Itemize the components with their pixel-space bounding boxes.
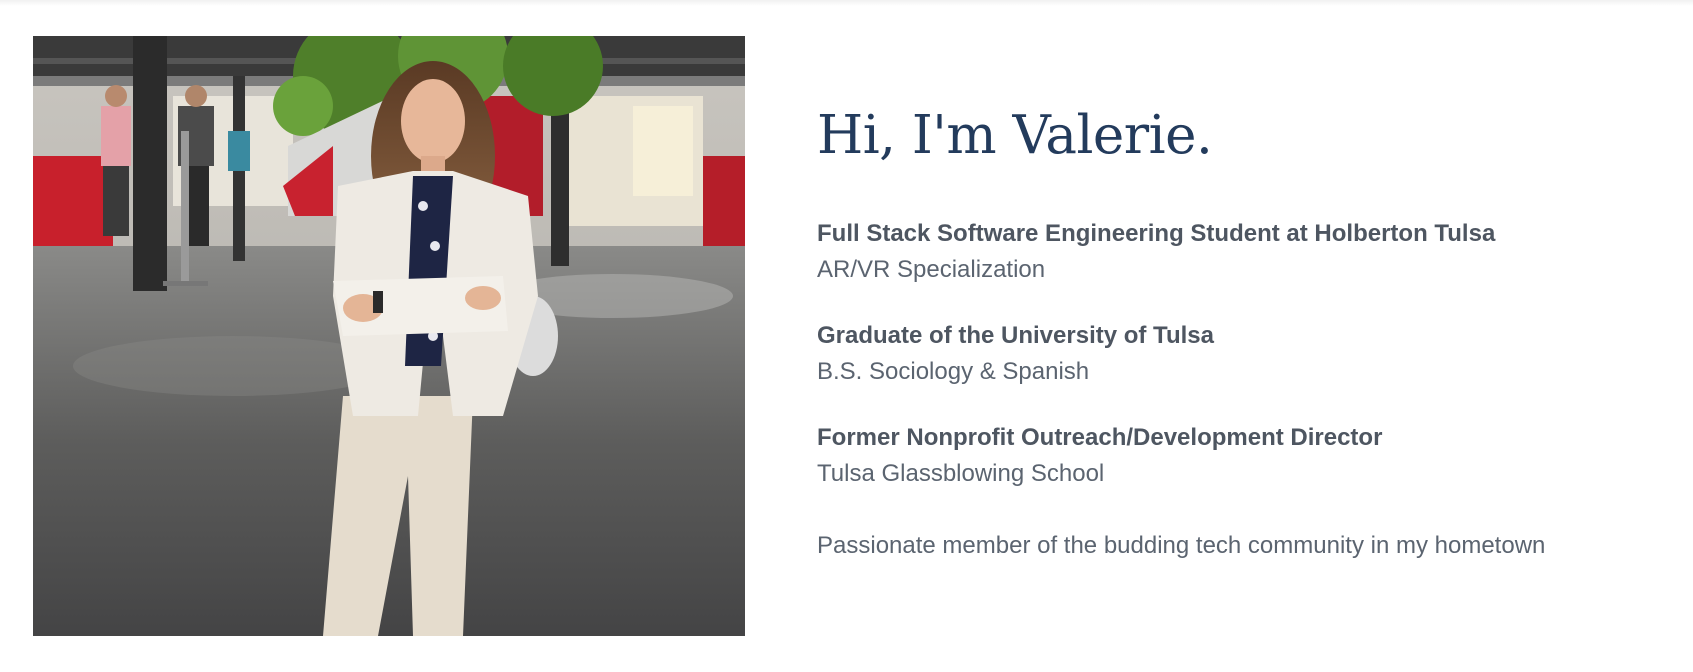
header-shadow	[0, 0, 1693, 6]
credential-subtitle: B.S. Sociology & Spanish	[817, 358, 1090, 385]
credential-title: Full Stack Software Engineering Student …	[817, 220, 1496, 247]
credential-item: Full Stack Software Engineering Student …	[817, 216, 1677, 288]
profile-photo	[33, 36, 745, 636]
credential-item: Former Nonprofit Outreach/Development Di…	[817, 420, 1677, 492]
credential-item: Graduate of the University of Tulsa B.S.…	[817, 318, 1677, 390]
intro-content: Hi, I'm Valerie. Full Stack Software Eng…	[817, 100, 1677, 564]
credential-title: Former Nonprofit Outreach/Development Di…	[817, 424, 1383, 451]
about-section: Hi, I'm Valerie. Full Stack Software Eng…	[0, 0, 1693, 672]
credential-subtitle: AR/VR Specialization	[817, 256, 1046, 283]
tagline-text: Passionate member of the budding tech co…	[817, 532, 1546, 559]
credential-title: Graduate of the University of Tulsa	[817, 322, 1214, 349]
credential-subtitle: Tulsa Glassblowing School	[817, 460, 1105, 487]
page-title: Hi, I'm Valerie.	[817, 105, 1213, 166]
